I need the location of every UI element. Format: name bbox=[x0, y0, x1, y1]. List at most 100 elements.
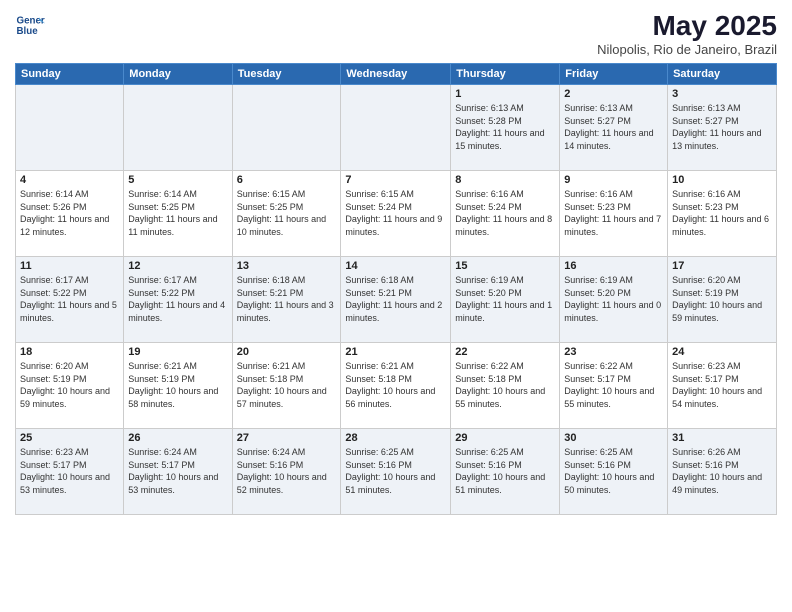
day-number: 8 bbox=[455, 174, 555, 186]
calendar-cell-2-4: 15 Sunrise: 6:19 AM Sunset: 5:20 PM Dayli… bbox=[451, 257, 560, 343]
day-info: Sunrise: 6:14 AM Sunset: 5:26 PM Dayligh… bbox=[20, 188, 119, 238]
header-thursday: Thursday bbox=[451, 64, 560, 85]
day-info: Sunrise: 6:19 AM Sunset: 5:20 PM Dayligh… bbox=[455, 274, 555, 324]
weekday-header-row: Sunday Monday Tuesday Wednesday Thursday… bbox=[16, 64, 777, 85]
week-row-5: 25 Sunrise: 6:23 AM Sunset: 5:17 PM Dayli… bbox=[16, 429, 777, 515]
calendar-table: Sunday Monday Tuesday Wednesday Thursday… bbox=[15, 63, 777, 515]
calendar-cell-4-0: 25 Sunrise: 6:23 AM Sunset: 5:17 PM Dayli… bbox=[16, 429, 124, 515]
day-info: Sunrise: 6:18 AM Sunset: 5:21 PM Dayligh… bbox=[345, 274, 446, 324]
day-info: Sunrise: 6:21 AM Sunset: 5:19 PM Dayligh… bbox=[128, 360, 227, 410]
header-tuesday: Tuesday bbox=[232, 64, 341, 85]
day-number: 10 bbox=[672, 174, 772, 186]
day-info: Sunrise: 6:13 AM Sunset: 5:27 PM Dayligh… bbox=[564, 102, 663, 152]
day-info: Sunrise: 6:15 AM Sunset: 5:25 PM Dayligh… bbox=[237, 188, 337, 238]
day-number: 23 bbox=[564, 346, 663, 358]
day-info: Sunrise: 6:19 AM Sunset: 5:20 PM Dayligh… bbox=[564, 274, 663, 324]
calendar-cell-1-1: 5 Sunrise: 6:14 AM Sunset: 5:25 PM Daylig… bbox=[124, 171, 232, 257]
day-info: Sunrise: 6:20 AM Sunset: 5:19 PM Dayligh… bbox=[20, 360, 119, 410]
day-number: 7 bbox=[345, 174, 446, 186]
calendar-cell-3-4: 22 Sunrise: 6:22 AM Sunset: 5:18 PM Dayli… bbox=[451, 343, 560, 429]
calendar-cell-3-0: 18 Sunrise: 6:20 AM Sunset: 5:19 PM Dayli… bbox=[16, 343, 124, 429]
title-block: May 2025 Nilopolis, Rio de Janeiro, Braz… bbox=[597, 10, 777, 57]
calendar-cell-3-3: 21Sunrise: 6:21 AM Sunset: 5:18 PM Dayli… bbox=[341, 343, 451, 429]
week-row-3: 11 Sunrise: 6:17 AM Sunset: 5:22 PM Dayli… bbox=[16, 257, 777, 343]
logo: General Blue bbox=[15, 10, 45, 40]
day-number: 21 bbox=[345, 346, 446, 358]
day-number: 31 bbox=[672, 432, 772, 444]
calendar-cell-0-5: 2Sunrise: 6:13 AM Sunset: 5:27 PM Daylig… bbox=[560, 85, 668, 171]
week-row-2: 4 Sunrise: 6:14 AM Sunset: 5:26 PM Daylig… bbox=[16, 171, 777, 257]
day-info: Sunrise: 6:25 AM Sunset: 5:16 PM Dayligh… bbox=[455, 446, 555, 496]
day-number: 3 bbox=[672, 88, 772, 100]
calendar-cell-2-2: 13 Sunrise: 6:18 AM Sunset: 5:21 PM Dayli… bbox=[232, 257, 341, 343]
calendar-cell-2-5: 16 Sunrise: 6:19 AM Sunset: 5:20 PM Dayli… bbox=[560, 257, 668, 343]
day-number: 30 bbox=[564, 432, 663, 444]
calendar-cell-4-1: 26Sunrise: 6:24 AM Sunset: 5:17 PM Dayli… bbox=[124, 429, 232, 515]
day-number: 28 bbox=[345, 432, 446, 444]
page-container: General Blue May 2025 Nilopolis, Rio de … bbox=[0, 0, 792, 612]
calendar-cell-1-5: 9 Sunrise: 6:16 AM Sunset: 5:23 PM Daylig… bbox=[560, 171, 668, 257]
header-saturday: Saturday bbox=[668, 64, 777, 85]
day-info: Sunrise: 6:23 AM Sunset: 5:17 PM Dayligh… bbox=[20, 446, 119, 496]
calendar-subtitle: Nilopolis, Rio de Janeiro, Brazil bbox=[597, 42, 777, 57]
calendar-cell-2-0: 11 Sunrise: 6:17 AM Sunset: 5:22 PM Dayli… bbox=[16, 257, 124, 343]
calendar-cell-0-1 bbox=[124, 85, 232, 171]
calendar-title: May 2025 bbox=[597, 10, 777, 42]
calendar-cell-4-6: 31 Sunrise: 6:26 AM Sunset: 5:16 PM Dayli… bbox=[668, 429, 777, 515]
day-number: 26 bbox=[128, 432, 227, 444]
day-number: 25 bbox=[20, 432, 119, 444]
day-number: 20 bbox=[237, 346, 337, 358]
day-number: 6 bbox=[237, 174, 337, 186]
calendar-cell-1-6: 10Sunrise: 6:16 AM Sunset: 5:23 PM Dayli… bbox=[668, 171, 777, 257]
day-info: Sunrise: 6:14 AM Sunset: 5:25 PM Dayligh… bbox=[128, 188, 227, 238]
calendar-cell-0-2 bbox=[232, 85, 341, 171]
calendar-cell-2-1: 12 Sunrise: 6:17 AM Sunset: 5:22 PM Dayli… bbox=[124, 257, 232, 343]
day-info: Sunrise: 6:18 AM Sunset: 5:21 PM Dayligh… bbox=[237, 274, 337, 324]
day-info: Sunrise: 6:16 AM Sunset: 5:23 PM Dayligh… bbox=[564, 188, 663, 238]
day-number: 15 bbox=[455, 260, 555, 272]
day-number: 19 bbox=[128, 346, 227, 358]
header: General Blue May 2025 Nilopolis, Rio de … bbox=[15, 10, 777, 57]
day-info: Sunrise: 6:23 AM Sunset: 5:17 PM Dayligh… bbox=[672, 360, 772, 410]
day-info: Sunrise: 6:17 AM Sunset: 5:22 PM Dayligh… bbox=[128, 274, 227, 324]
calendar-cell-1-3: 7 Sunrise: 6:15 AM Sunset: 5:24 PM Daylig… bbox=[341, 171, 451, 257]
calendar-cell-0-3 bbox=[341, 85, 451, 171]
day-number: 27 bbox=[237, 432, 337, 444]
day-info: Sunrise: 6:13 AM Sunset: 5:28 PM Dayligh… bbox=[455, 102, 555, 152]
day-number: 13 bbox=[237, 260, 337, 272]
calendar-cell-2-3: 14 Sunrise: 6:18 AM Sunset: 5:21 PM Dayli… bbox=[341, 257, 451, 343]
day-number: 9 bbox=[564, 174, 663, 186]
day-number: 17 bbox=[672, 260, 772, 272]
day-info: Sunrise: 6:20 AM Sunset: 5:19 PM Dayligh… bbox=[672, 274, 772, 324]
week-row-1: 1Sunrise: 6:13 AM Sunset: 5:28 PM Daylig… bbox=[16, 85, 777, 171]
day-number: 16 bbox=[564, 260, 663, 272]
week-row-4: 18 Sunrise: 6:20 AM Sunset: 5:19 PM Dayli… bbox=[16, 343, 777, 429]
day-number: 24 bbox=[672, 346, 772, 358]
header-monday: Monday bbox=[124, 64, 232, 85]
calendar-cell-4-2: 27Sunrise: 6:24 AM Sunset: 5:16 PM Dayli… bbox=[232, 429, 341, 515]
day-info: Sunrise: 6:21 AM Sunset: 5:18 PM Dayligh… bbox=[237, 360, 337, 410]
day-number: 18 bbox=[20, 346, 119, 358]
day-info: Sunrise: 6:26 AM Sunset: 5:16 PM Dayligh… bbox=[672, 446, 772, 496]
calendar-cell-1-4: 8Sunrise: 6:16 AM Sunset: 5:24 PM Daylig… bbox=[451, 171, 560, 257]
day-info: Sunrise: 6:15 AM Sunset: 5:24 PM Dayligh… bbox=[345, 188, 446, 238]
day-number: 29 bbox=[455, 432, 555, 444]
calendar-cell-3-6: 24 Sunrise: 6:23 AM Sunset: 5:17 PM Dayli… bbox=[668, 343, 777, 429]
calendar-cell-4-4: 29 Sunrise: 6:25 AM Sunset: 5:16 PM Dayli… bbox=[451, 429, 560, 515]
day-number: 11 bbox=[20, 260, 119, 272]
day-number: 12 bbox=[128, 260, 227, 272]
calendar-cell-4-3: 28 Sunrise: 6:25 AM Sunset: 5:16 PM Dayli… bbox=[341, 429, 451, 515]
day-info: Sunrise: 6:22 AM Sunset: 5:18 PM Dayligh… bbox=[455, 360, 555, 410]
day-number: 4 bbox=[20, 174, 119, 186]
day-number: 22 bbox=[455, 346, 555, 358]
day-info: Sunrise: 6:17 AM Sunset: 5:22 PM Dayligh… bbox=[20, 274, 119, 324]
day-info: Sunrise: 6:13 AM Sunset: 5:27 PM Dayligh… bbox=[672, 102, 772, 152]
header-friday: Friday bbox=[560, 64, 668, 85]
day-info: Sunrise: 6:25 AM Sunset: 5:16 PM Dayligh… bbox=[345, 446, 446, 496]
day-number: 5 bbox=[128, 174, 227, 186]
day-number: 14 bbox=[345, 260, 446, 272]
svg-text:Blue: Blue bbox=[17, 26, 39, 37]
calendar-cell-0-4: 1Sunrise: 6:13 AM Sunset: 5:28 PM Daylig… bbox=[451, 85, 560, 171]
calendar-cell-0-0 bbox=[16, 85, 124, 171]
calendar-cell-3-5: 23Sunrise: 6:22 AM Sunset: 5:17 PM Dayli… bbox=[560, 343, 668, 429]
